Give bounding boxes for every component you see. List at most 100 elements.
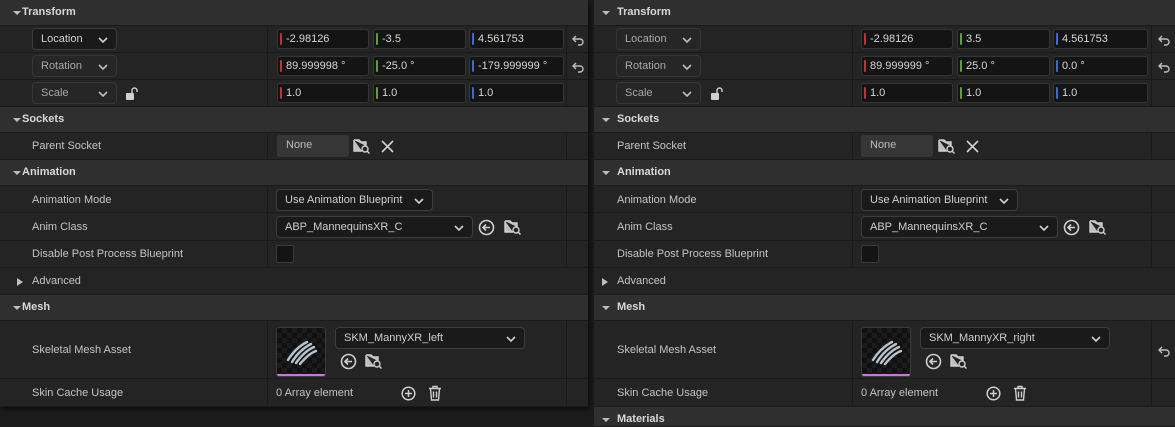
section-header-materials[interactable]: Materials	[594, 407, 1175, 427]
advanced-expander[interactable]: Advanced	[0, 268, 588, 295]
dropdown-value: Rotation	[41, 60, 82, 72]
scale-x-field[interactable]: 1.0	[277, 83, 369, 103]
column-divider	[566, 321, 567, 378]
mesh-thumbnail[interactable]	[861, 327, 911, 377]
field-value: 3.5	[966, 33, 982, 45]
browse-folder-icon[interactable]	[504, 219, 522, 235]
column-divider	[566, 53, 567, 79]
location-x-field[interactable]: -2.98126	[277, 29, 369, 49]
browse-folder-icon[interactable]	[950, 353, 968, 369]
column-divider	[852, 26, 853, 52]
add-element-icon[interactable]	[986, 386, 1001, 401]
reset-to-default-icon[interactable]	[1157, 34, 1171, 46]
scale-z-field[interactable]: 1.0	[469, 83, 564, 103]
section-header-sockets[interactable]: Sockets	[594, 107, 1175, 133]
browse-folder-icon[interactable]	[365, 353, 383, 369]
location-x-field[interactable]: -2.98126	[861, 29, 953, 49]
section-header-mesh[interactable]: Mesh	[0, 295, 588, 321]
column-divider	[267, 80, 268, 106]
parent-socket-value[interactable]: None	[861, 135, 933, 157]
rotation-x-field[interactable]: 89.999998 °	[277, 56, 369, 76]
property-row-animation-mode: Animation Mode Use Animation Blueprint	[594, 186, 1175, 213]
column-divider	[267, 241, 268, 267]
unlock-icon[interactable]	[710, 87, 724, 101]
unlock-icon[interactable]	[125, 87, 139, 101]
add-element-icon[interactable]	[401, 386, 416, 401]
section-header-transform[interactable]: Transform	[594, 0, 1175, 26]
disable-post-process-checkbox[interactable]	[861, 245, 879, 263]
rotation-mode-dropdown[interactable]: Rotation	[32, 55, 117, 77]
section-header-mesh[interactable]: Mesh	[594, 295, 1175, 321]
anim-class-dropdown[interactable]: ABP_MannequinsXR_C	[276, 216, 473, 238]
scale-mode-dropdown[interactable]: Scale	[32, 82, 117, 104]
x-axis-indicator	[280, 87, 282, 99]
scale-z-field[interactable]: 1.0	[1053, 83, 1148, 103]
location-z-field[interactable]: 4.561753	[469, 29, 564, 49]
property-row-rotation: Rotation 89.999999 ° 25.0 ° 0.0 °	[594, 53, 1175, 80]
section-header-animation[interactable]: Animation	[594, 160, 1175, 186]
column-divider	[566, 241, 567, 267]
x-axis-indicator	[864, 33, 866, 45]
animation-mode-dropdown[interactable]: Use Animation Blueprint	[276, 189, 433, 211]
rotation-mode-dropdown[interactable]: Rotation	[616, 55, 701, 77]
hand-mesh-icon	[871, 340, 903, 366]
chevron-down-icon	[13, 171, 21, 175]
chevron-down-icon	[13, 306, 21, 310]
clear-x-icon[interactable]	[381, 140, 394, 153]
disable-post-process-checkbox[interactable]	[276, 245, 294, 263]
scale-y-field[interactable]: 1.0	[373, 83, 466, 103]
anim-class-dropdown[interactable]: ABP_MannequinsXR_C	[861, 216, 1058, 238]
location-y-field[interactable]: -3.5	[373, 29, 466, 49]
section-header-animation[interactable]: Animation	[0, 160, 588, 186]
property-row-location: Location -2.98126 -3.5 4.561753	[0, 26, 588, 53]
rotation-x-field[interactable]: 89.999999 °	[861, 56, 953, 76]
section-header-sockets[interactable]: Sockets	[0, 107, 588, 133]
clear-x-icon[interactable]	[966, 140, 979, 153]
use-selected-arrow-icon[interactable]	[1063, 219, 1080, 236]
browse-folder-icon[interactable]	[938, 138, 956, 154]
property-row-disable-post-process: Disable Post Process Blueprint	[0, 241, 588, 268]
column-divider	[566, 213, 567, 240]
location-z-field[interactable]: 4.561753	[1053, 29, 1148, 49]
advanced-expander[interactable]: Advanced	[594, 268, 1175, 295]
property-row-rotation: Rotation 89.999998 ° -25.0 ° -179.999999…	[0, 53, 588, 80]
location-y-field[interactable]: 3.5	[957, 29, 1050, 49]
scale-mode-dropdown[interactable]: Scale	[616, 82, 701, 104]
property-row-location: Location -2.98126 3.5 4.561753	[594, 26, 1175, 53]
use-selected-arrow-icon[interactable]	[340, 353, 357, 370]
skeletal-mesh-dropdown[interactable]: SKM_MannyXR_left	[335, 327, 525, 349]
column-divider	[852, 80, 853, 106]
chevron-down-icon	[602, 171, 610, 175]
rotation-y-field[interactable]: -25.0 °	[373, 56, 466, 76]
trash-icon[interactable]	[428, 385, 442, 401]
reset-to-default-icon[interactable]	[571, 61, 585, 73]
property-label: Parent Socket	[32, 140, 102, 152]
column-divider	[566, 26, 567, 52]
animation-mode-dropdown[interactable]: Use Animation Blueprint	[861, 189, 1018, 211]
parent-socket-value[interactable]: None	[277, 135, 349, 157]
scale-y-field[interactable]: 1.0	[957, 83, 1050, 103]
column-divider	[566, 186, 567, 212]
reset-to-default-icon[interactable]	[571, 34, 585, 46]
use-selected-arrow-icon[interactable]	[478, 219, 495, 236]
reset-to-default-icon[interactable]	[1157, 61, 1171, 73]
rotation-z-field[interactable]: -179.999999 °	[469, 56, 564, 76]
location-mode-dropdown[interactable]: Location	[616, 28, 701, 50]
use-selected-arrow-icon[interactable]	[925, 353, 942, 370]
skeletal-mesh-dropdown[interactable]: SKM_MannyXR_right	[920, 327, 1110, 349]
section-title: Mesh	[22, 301, 51, 313]
browse-folder-icon[interactable]	[353, 138, 371, 154]
section-header-transform[interactable]: Transform	[0, 0, 588, 26]
rotation-y-field[interactable]: 25.0 °	[957, 56, 1050, 76]
z-axis-indicator	[472, 60, 474, 72]
location-mode-dropdown[interactable]: Location	[32, 28, 117, 50]
scale-x-field[interactable]: 1.0	[861, 83, 953, 103]
x-axis-indicator	[864, 60, 866, 72]
chevron-down-icon	[682, 37, 692, 44]
browse-folder-icon[interactable]	[1089, 219, 1107, 235]
reset-to-default-icon[interactable]	[1157, 345, 1171, 357]
mesh-thumbnail[interactable]	[276, 327, 326, 377]
column-divider	[852, 241, 853, 267]
rotation-z-field[interactable]: 0.0 °	[1053, 56, 1148, 76]
trash-icon[interactable]	[1013, 385, 1027, 401]
